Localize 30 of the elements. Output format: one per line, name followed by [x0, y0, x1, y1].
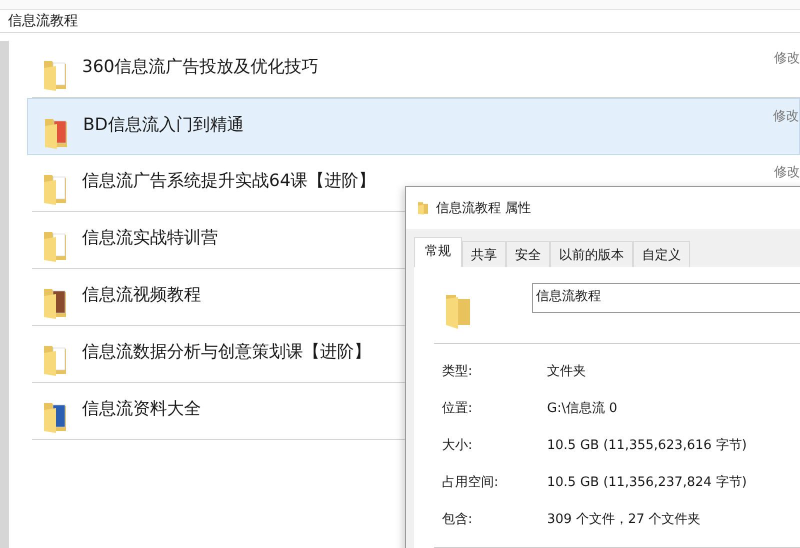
property-value: G:\信息流 0 [547, 400, 618, 418]
property-label: 占用空间: [442, 474, 500, 492]
file-name: 360信息流广告投放及优化技巧 [82, 56, 318, 78]
tab[interactable]: 自定义 [633, 241, 690, 267]
address-path: 信息流教程 [8, 12, 78, 30]
property-value: 文件夹 [547, 363, 587, 381]
file-name: 信息流数据分析与创意策划课【进阶】 [82, 341, 371, 363]
property-value: 10.5 GB (11,356,237,824 字节) [547, 474, 748, 492]
property-label: 位置: [442, 400, 474, 418]
file-name: 信息流视频教程 [82, 284, 201, 306]
file-name: 信息流实战特训营 [82, 227, 218, 249]
property-label: 大小: [442, 437, 474, 455]
modified-date-label: 修改 [774, 50, 800, 67]
file-name: BD信息流入门到精通 [83, 114, 244, 136]
file-list-item[interactable]: BD信息流入门到精通 修改 [27, 98, 800, 155]
tab[interactable]: 常规 [414, 237, 462, 267]
folder-icon [418, 201, 428, 215]
address-bar[interactable]: 信息流教程 [0, 10, 800, 33]
name-field[interactable]: 信息流教程 [532, 283, 800, 313]
file-name: 信息流资料大全 [82, 398, 201, 420]
modified-date-label: 修改 [773, 108, 799, 125]
tab[interactable]: 安全 [506, 241, 550, 267]
property-label: 类型: [442, 363, 474, 381]
property-value: 10.5 GB (11,355,623,616 字节) [547, 437, 748, 455]
property-value: 309 个文件，27 个文件夹 [547, 511, 702, 529]
file-name: 信息流广告系统提升实战64课【进阶】 [82, 170, 376, 192]
tab[interactable]: 以前的版本 [550, 241, 633, 267]
modified-date-label: 修改 [774, 164, 800, 181]
property-label: 包含: [442, 511, 474, 529]
tab[interactable]: 共享 [462, 241, 506, 267]
